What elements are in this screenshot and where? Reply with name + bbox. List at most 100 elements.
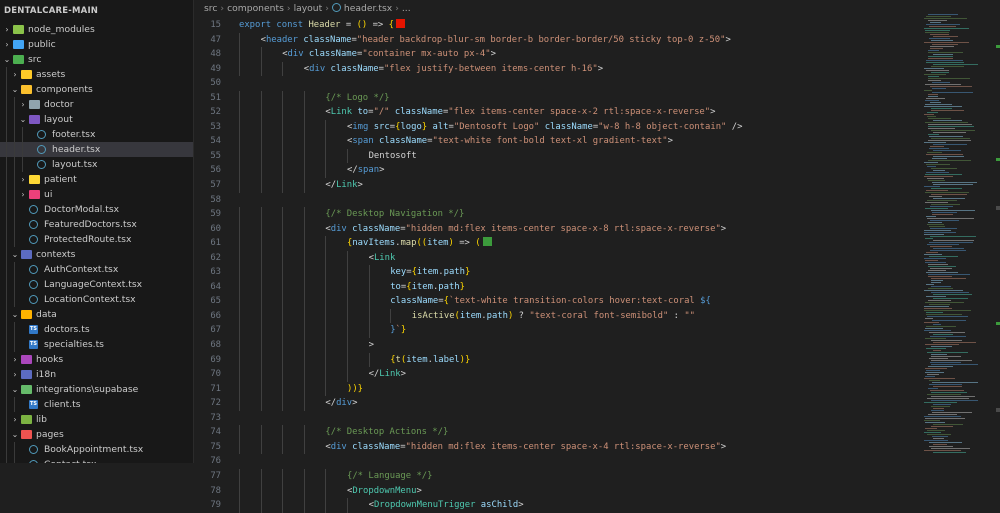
code-line[interactable]: 78 <DropdownMenu>	[194, 483, 1000, 499]
tree-file[interactable]: TS doctors.ts	[0, 322, 193, 337]
code-token: to	[352, 107, 369, 118]
code-line[interactable]: 53 <img src={logo} alt="Dentosoft Logo" c…	[194, 119, 1000, 135]
tree-folder[interactable]: ⌄ data	[0, 307, 193, 322]
red-color-swatch[interactable]	[395, 19, 405, 28]
code-line[interactable]: 57 </Link>	[194, 178, 1000, 193]
code-line[interactable]: 74 {/* Desktop Actions */}	[194, 425, 1000, 440]
chevron-down-icon[interactable]: ⌄	[10, 82, 20, 97]
code-line[interactable]: 54 <span className="text-white font-bold …	[194, 134, 1000, 149]
tree-folder[interactable]: › ui	[0, 187, 193, 202]
tree-folder[interactable]: ⌄ pages	[0, 427, 193, 442]
breadcrumb-item-file[interactable]: header.tsx	[344, 3, 392, 14]
tree-file[interactable]: ProtectedRoute.tsx	[0, 232, 193, 247]
chevron-right-icon[interactable]: ›	[18, 172, 28, 187]
code-line[interactable]: 71))}	[194, 381, 1000, 397]
breadcrumb-item-symbol[interactable]: ...	[402, 3, 411, 14]
code-line[interactable]: 69 {t(item.label)}	[194, 352, 1000, 368]
code-line[interactable]: 51 {/* Logo */}	[194, 90, 1000, 106]
code-line[interactable]: 64 to={item.path}	[194, 279, 1000, 295]
tree-file[interactable]: header.tsx	[0, 142, 193, 157]
tree-file[interactable]: Contact.tsx	[0, 457, 193, 463]
chevron-right-icon[interactable]: ›	[10, 412, 20, 427]
indent-guide	[347, 294, 348, 309]
chevron-right-icon[interactable]: ›	[2, 37, 12, 52]
chevron-right-icon[interactable]: ›	[10, 352, 20, 367]
indent-guide	[6, 232, 7, 247]
breadcrumb-item-src[interactable]: src	[204, 3, 217, 14]
tree-folder[interactable]: ⌄ components	[0, 82, 193, 97]
code-line[interactable]: 68 >	[194, 338, 1000, 353]
code-line[interactable]: 49 <div className="flex justify-between i…	[194, 61, 1000, 77]
chevron-down-icon[interactable]: ⌄	[10, 307, 20, 322]
code-line[interactable]: 61 {navItems.map((item) => (	[194, 236, 1000, 251]
chevron-down-icon[interactable]: ⌄	[18, 112, 28, 127]
green-color-swatch[interactable]	[482, 237, 492, 247]
code-line[interactable]: 70 </Link>	[194, 367, 1000, 382]
tree-folder[interactable]: › doctor	[0, 97, 193, 112]
code-line[interactable]: 73	[194, 411, 1000, 426]
code-line[interactable]: 48 <div className="container mx-auto px-4…	[194, 47, 1000, 62]
code-line[interactable]: 59 {/* Desktop Navigation */}	[194, 207, 1000, 222]
code-line[interactable]: 79 <DropdownMenuTrigger asChild>	[194, 498, 1000, 513]
code-line[interactable]: 76	[194, 454, 1000, 469]
code-line[interactable]: 63 key={item.path}	[194, 265, 1000, 280]
indent-guide	[260, 498, 262, 513]
tree-folder[interactable]: › assets	[0, 67, 193, 82]
tree-file[interactable]: BookAppointment.tsx	[0, 442, 193, 457]
tree-folder[interactable]: › i18n	[0, 367, 193, 382]
breadcrumb-item-layout[interactable]: layout	[294, 3, 323, 14]
code-line[interactable]: 60 <div className="hidden md:flex items-c…	[194, 221, 1000, 237]
tree-folder[interactable]: › hooks	[0, 352, 193, 367]
tree-file[interactable]: footer.tsx	[0, 127, 193, 142]
tree-folder[interactable]: ⌄ src	[0, 52, 193, 67]
tree-folder[interactable]: › lib	[0, 412, 193, 427]
minimap-line	[932, 44, 958, 45]
chevron-down-icon[interactable]: ⌄	[10, 382, 20, 397]
tree-folder[interactable]: › public	[0, 37, 193, 52]
code-line[interactable]: 75 <div className="hidden md:flex items-c…	[194, 439, 1000, 455]
indent-guide	[390, 308, 392, 324]
code-line[interactable]: 47 <header className="header backdrop-blu…	[194, 32, 1000, 48]
tree-file[interactable]: TS client.ts	[0, 397, 193, 412]
code-line[interactable]: 58	[194, 193, 1000, 208]
tree-file[interactable]: layout.tsx	[0, 157, 193, 172]
chevron-down-icon[interactable]: ⌄	[10, 427, 20, 442]
code-line[interactable]: 62 <Link	[194, 250, 1000, 266]
indent-guide	[6, 442, 7, 457]
code-line[interactable]: 72 </div>	[194, 396, 1000, 411]
tree-file[interactable]: TS specialties.ts	[0, 337, 193, 352]
chevron-right-icon[interactable]: ›	[10, 367, 20, 382]
breadcrumb-item-components[interactable]: components	[227, 3, 284, 14]
code-line[interactable]: 65 className={`text-white transition-colo…	[194, 294, 1000, 309]
tree-file[interactable]: FeaturedDoctors.tsx	[0, 217, 193, 232]
code-lines[interactable]: 15 export const Header = () => {47 <header…	[194, 18, 1000, 513]
indent-guide	[260, 338, 262, 353]
chevron-right-icon[interactable]: ›	[10, 67, 20, 82]
chevron-right-icon[interactable]: ›	[18, 187, 28, 202]
code-line[interactable]: 55 Dentosoft	[194, 148, 1000, 164]
code-line[interactable]: 52 <Link to="/" className="flex items-cen…	[194, 105, 1000, 120]
tree-file[interactable]: AuthContext.tsx	[0, 262, 193, 277]
tree-file[interactable]: LanguageContext.tsx	[0, 277, 193, 292]
minimap-line	[928, 96, 938, 97]
tree-file[interactable]: DoctorModal.tsx	[0, 202, 193, 217]
chevron-right-icon[interactable]: ›	[18, 97, 28, 112]
indent-guide	[14, 202, 15, 217]
tree-folder[interactable]: ⌄ layout	[0, 112, 193, 127]
chevron-right-icon[interactable]: ›	[2, 22, 12, 37]
chevron-down-icon[interactable]: ⌄	[10, 247, 20, 262]
tree-folder[interactable]: ⌄ contexts	[0, 247, 193, 262]
code-line[interactable]: 67}`}	[194, 323, 1000, 339]
code-line[interactable]: 77 {/* Language */}	[194, 468, 1000, 484]
tree-folder[interactable]: › node_modules	[0, 22, 193, 37]
tree-folder[interactable]: ⌄ integrations\supabase	[0, 382, 193, 397]
chevron-down-icon[interactable]: ⌄	[2, 52, 12, 67]
code-line[interactable]: 15 export const Header = () => {	[194, 18, 1000, 33]
code-line[interactable]: 66 isActive(item.path) ? "text-coral font…	[194, 308, 1000, 324]
code-line[interactable]: 50	[194, 76, 1000, 91]
code-editor[interactable]: src › components › layout › header.tsx ›... 15 e…	[194, 0, 1000, 513]
tree-file[interactable]: LocationContext.tsx	[0, 292, 193, 307]
tree-folder[interactable]: › patient	[0, 172, 193, 187]
minimap[interactable]	[924, 14, 980, 454]
code-line[interactable]: 56 </span>	[194, 163, 1000, 179]
